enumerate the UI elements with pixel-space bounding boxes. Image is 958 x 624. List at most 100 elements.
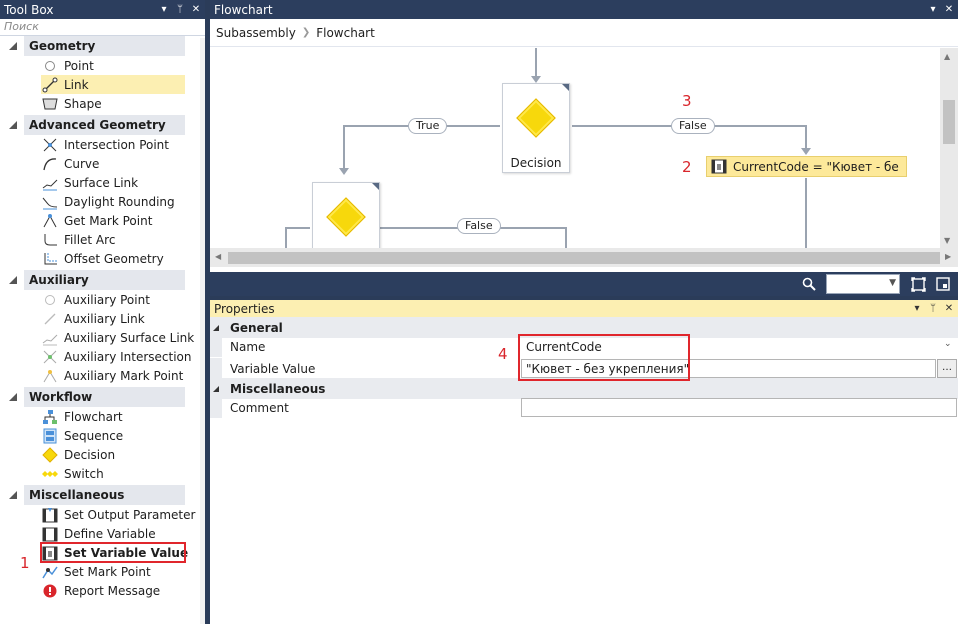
toolbox-item-auxiliary-intersection[interactable]: Auxiliary Intersection [41,347,192,366]
scroll-down-icon[interactable]: ▼ [944,236,950,245]
pin-icon[interactable]: ᛘ [175,4,185,16]
collapse-icon[interactable] [9,276,17,284]
toolbox-item-label: Flowchart [64,409,123,424]
fit-to-screen-icon[interactable] [909,275,927,293]
decision-icon [41,446,58,463]
intersection-point-icon [41,136,58,153]
chevron-down-icon: ▼ [889,278,896,288]
sequence-icon [41,427,58,444]
collapse-icon[interactable] [9,491,17,499]
toolbox-item-set-output-parameter[interactable]: Set Output Parameter [41,505,195,524]
toolbox-item-decision[interactable]: Decision [41,445,185,464]
breadcrumb-item-subassembly[interactable]: Subassembly [216,26,296,40]
scroll-left-icon[interactable]: ◀ [215,252,221,261]
collapse-icon[interactable] [210,378,222,399]
overview-map-icon[interactable] [934,275,952,293]
collapse-icon[interactable] [210,317,222,338]
toolbox-item-auxiliary-surface-link[interactable]: Auxiliary Surface Link [41,328,194,347]
toolbox-item-flowchart[interactable]: Flowchart [41,407,185,426]
toolbox-item-set-variable-value[interactable]: Set Variable Value [40,542,188,563]
section-miscellaneous-label: Miscellaneous [230,381,326,396]
toolbox-item-label: Offset Geometry [64,251,164,266]
switch-icon [41,465,58,482]
toolbox-item-shape[interactable]: Shape [41,94,185,113]
dropdown-icon[interactable]: ▾ [928,4,938,16]
toolbox-item-auxiliary-mark-point[interactable]: Auxiliary Mark Point [41,366,185,385]
toolbox-category-miscellaneous[interactable]: Miscellaneous [9,485,185,505]
scroll-thumb[interactable] [943,100,955,144]
toolbox-item-point[interactable]: Point [41,56,185,75]
scroll-thumb[interactable] [228,252,940,264]
set-output-parameter-icon [41,506,58,523]
dropdown-icon[interactable]: ▾ [159,4,169,16]
collapse-icon[interactable] [9,121,17,129]
set-variable-value-node[interactable]: CurrentCode = "Кювет - бе [706,156,907,177]
dropdown-icon[interactable]: ▾ [912,303,922,315]
toolbox-item-curve[interactable]: Curve [41,154,185,173]
decision-node-label: Decision [510,156,562,170]
false-branch-label-top[interactable]: False [671,118,715,134]
toolbox-item-label: Switch [64,466,104,481]
collapse-icon[interactable] [9,42,17,50]
toolbox-item-auxiliary-point[interactable]: Auxiliary Point [41,290,185,309]
toolbox-item-daylight-rounding[interactable]: Daylight Rounding [41,192,185,211]
toolbox-search-input[interactable]: Поиск [0,19,205,36]
toolbox-category-advanced-geometry[interactable]: Advanced Geometry [9,115,185,135]
flowchart-horizontal-scrollbar[interactable]: ◀ ▶ [210,248,958,267]
toolbox-item-surface-link[interactable]: Surface Link [41,173,185,192]
toolbox-item-fillet-arc[interactable]: Fillet Arc [41,230,185,249]
toolbox-item-switch[interactable]: Switch [41,464,185,483]
chevron-down-icon[interactable]: ⌄ [944,339,952,349]
decision-diamond-icon [326,197,366,237]
close-icon[interactable]: ✕ [191,4,201,16]
toolbox-item-report-message[interactable]: Report Message [41,581,185,600]
true-branch-label[interactable]: True [408,118,448,134]
toolbox-item-set-mark-point[interactable]: Set Mark Point [41,562,185,581]
toolbox-item-label: Daylight Rounding [64,194,175,209]
annotation-1: 1 [20,554,30,572]
toolbox-item-sequence[interactable]: Sequence [41,426,185,445]
close-icon[interactable]: ✕ [944,4,954,16]
pin-icon[interactable]: ᛘ [928,303,938,315]
flowchart-toolbar: ▼ [210,272,958,296]
collapse-icon[interactable] [9,393,17,401]
toolbox-header: Tool Box ▾ ᛘ ✕ [0,0,205,19]
expression-editor-button[interactable]: … [937,359,957,378]
toolbox-item-label: Report Message [64,583,161,598]
toolbox-scrollbar[interactable] [200,38,205,624]
scroll-right-icon[interactable]: ▶ [945,252,951,261]
flowchart-panel: Flowchart ▾ ✕ Subassembly ❯ Flowchart De… [210,0,958,272]
toolbox-item-label: Auxiliary Point [64,292,150,307]
flowchart-canvas[interactable]: Decision True False False CurrentCode = … [210,48,940,248]
toolbox-item-label: Curve [64,156,100,171]
toolbox-item-label: Auxiliary Mark Point [64,368,184,383]
close-icon[interactable]: ✕ [944,303,954,315]
scroll-up-icon[interactable]: ▲ [944,52,950,61]
auxiliary-point-icon [41,291,58,308]
false-branch-label-bottom[interactable]: False [457,218,501,234]
toolbox-item-label: Point [64,58,94,73]
toolbox-item-define-variable[interactable]: Define Variable [41,524,185,543]
toolbox-item-link[interactable]: Link [41,75,185,94]
toolbox-item-label: Set Output Parameter [64,507,196,522]
toolbox-category-auxiliary[interactable]: Auxiliary [9,270,185,290]
toolbox-panel: Tool Box ▾ ᛘ ✕ Поиск Geometry Point Link Sh… [0,0,205,624]
link-icon [41,76,58,93]
breadcrumb-item-flowchart[interactable]: Flowchart [316,26,375,40]
toolbox-category-workflow[interactable]: Workflow [9,387,185,407]
toolbox-list: Geometry Point Link Shape Advanced Geometry I… [0,36,205,600]
decision-node-top[interactable]: Decision [502,83,570,173]
flowchart-vertical-scrollbar[interactable]: ▲ ▼ [940,48,958,248]
section-miscellaneous[interactable]: Miscellaneous [210,378,958,399]
toolbox-category-geometry[interactable]: Geometry [9,36,185,56]
toolbox-item-offset-geometry[interactable]: Offset Geometry [41,249,185,268]
toolbox-item-intersection-point[interactable]: Intersection Point [41,135,185,154]
toolbox-item-get-mark-point[interactable]: Get Mark Point [41,211,185,230]
property-comment-input[interactable] [521,398,957,417]
search-icon[interactable] [800,275,818,293]
decision-node-bottom[interactable] [312,182,380,248]
toolbox-item-auxiliary-link[interactable]: Auxiliary Link [41,309,185,328]
toolbox-item-label: Auxiliary Surface Link [64,330,195,345]
zoom-select[interactable]: ▼ [826,274,900,294]
toolbox-item-label: Define Variable [64,526,156,541]
